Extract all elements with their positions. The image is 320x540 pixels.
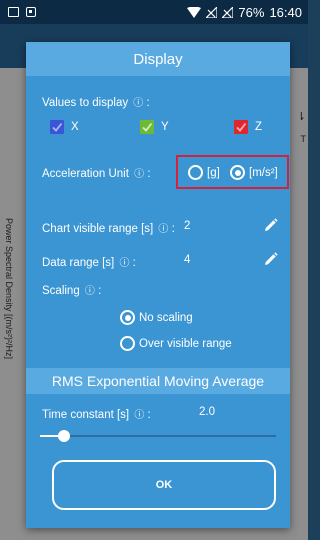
unit-option-g[interactable]: [g]	[188, 165, 220, 180]
scaling-option-over-visible-range[interactable]: Over visible range	[120, 336, 232, 351]
scaling-label: Scaling ⓘ :	[42, 282, 101, 297]
wifi-icon	[187, 6, 202, 18]
info-icon[interactable]: ⓘ	[85, 286, 95, 297]
chart-visible-range-text: Chart visible range [s]	[42, 223, 154, 235]
time-constant-value: 2.0	[199, 406, 215, 418]
time-constant-text: Time constant [s]	[42, 409, 130, 421]
over-visible-range-label: Over visible range	[139, 337, 232, 350]
unit-option-ms2[interactable]: [m/s²]	[230, 165, 278, 180]
check-icon	[236, 122, 247, 132]
signal-icon	[206, 6, 218, 18]
info-icon[interactable]: ⓘ	[158, 224, 168, 235]
checkbox-z-label: Z	[255, 121, 263, 133]
checkbox-y-label: Y	[161, 121, 169, 133]
info-icon[interactable]: ⓘ	[134, 169, 144, 180]
status-bar-left	[8, 7, 36, 17]
no-scaling-label: No scaling	[139, 311, 193, 324]
data-range-value: 4	[184, 254, 191, 266]
status-bar-right: 76% 16:40	[187, 5, 302, 20]
display-dialog: Display Values to display ⓘ : X Y Z Acce…	[26, 42, 290, 528]
chart-visible-range-value: 2	[184, 220, 191, 232]
values-to-display-text: Values to display	[42, 97, 129, 109]
unit-ms2-radio[interactable]	[230, 165, 245, 180]
label-suffix: :	[98, 285, 102, 297]
scaling-option-no-scaling[interactable]: No scaling	[120, 310, 193, 325]
signal-icon-2	[222, 6, 234, 18]
checkbox-x-box[interactable]	[50, 120, 64, 134]
slider-thumb[interactable]	[57, 430, 70, 442]
battery-percentage: 76%	[238, 4, 265, 20]
edit-pencil-icon[interactable]	[264, 252, 278, 266]
checkbox-z[interactable]: Z	[234, 120, 262, 134]
checkbox-x[interactable]: X	[50, 120, 79, 134]
rms-section-header: RMS Exponential Moving Average	[26, 368, 290, 394]
label-suffix: :	[147, 409, 151, 421]
label-suffix: :	[146, 97, 150, 109]
acceleration-unit-highlight: [g] [m/s²]	[176, 155, 289, 189]
edit-pencil-icon[interactable]	[264, 218, 278, 232]
over-visible-range-radio[interactable]	[120, 336, 135, 351]
label-suffix: :	[171, 223, 175, 235]
unit-g-label: [g]	[207, 166, 220, 179]
data-range-label: Data range [s] ⓘ :	[42, 254, 136, 269]
acceleration-unit-label: Acceleration Unit ⓘ :	[42, 165, 151, 180]
check-icon	[142, 122, 153, 132]
scaling-text: Scaling	[42, 285, 80, 297]
label-suffix: :	[132, 257, 136, 269]
label-suffix: :	[147, 168, 151, 180]
info-icon[interactable]: ⓘ	[133, 98, 143, 109]
info-icon[interactable]: ⓘ	[134, 410, 144, 421]
chart-visible-range-label: Chart visible range [s] ⓘ :	[42, 220, 175, 235]
time-constant-slider[interactable]	[40, 430, 276, 442]
acceleration-unit-text: Acceleration Unit	[42, 168, 129, 180]
checkbox-y[interactable]: Y	[140, 120, 169, 134]
screen-icon	[8, 7, 19, 17]
status-bar: 76% 16:40	[0, 0, 308, 24]
check-icon	[52, 122, 63, 132]
checkbox-z-box[interactable]	[234, 120, 248, 134]
ok-button[interactable]: OK	[52, 460, 276, 510]
unit-g-radio[interactable]	[188, 165, 203, 180]
values-to-display-label: Values to display ⓘ :	[42, 94, 150, 109]
checkbox-y-box[interactable]	[140, 120, 154, 134]
info-icon[interactable]: ⓘ	[119, 258, 129, 269]
dialog-title: Display	[26, 42, 290, 76]
time-constant-label: Time constant [s] ⓘ :	[42, 406, 151, 421]
no-scaling-radio[interactable]	[120, 310, 135, 325]
notification-app-icon	[26, 7, 36, 17]
checkbox-x-label: X	[71, 121, 79, 133]
clock: 16:40	[269, 4, 302, 20]
data-range-text: Data range [s]	[42, 257, 115, 269]
unit-ms2-label: [m/s²]	[249, 166, 278, 179]
